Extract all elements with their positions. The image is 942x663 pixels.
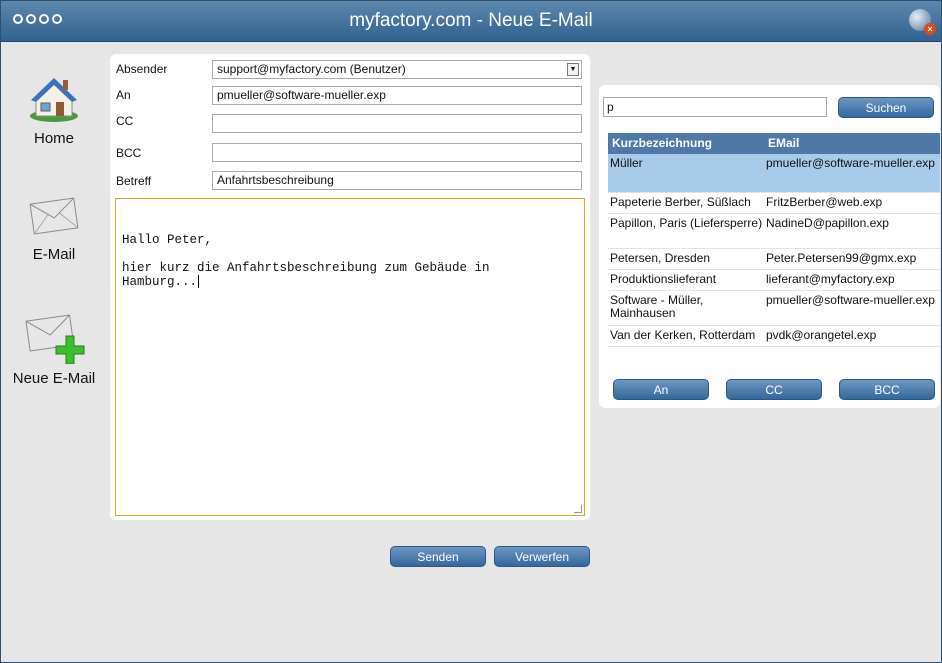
email-form: Absender support@myfactory.com (Benutzer… xyxy=(110,54,590,520)
discard-button[interactable]: Verwerfen xyxy=(494,546,590,567)
contacts-table: Kurzbezeichnung EMail Müller pmueller@so… xyxy=(608,133,940,347)
window-title: myfactory.com - Neue E-Mail xyxy=(349,10,593,31)
body-line xyxy=(122,247,578,261)
address-search-panel: p Suchen Kurzbezeichnung EMail Müller pm… xyxy=(599,85,940,408)
table-row[interactable]: Software - Müller, Mainhausen pmueller@s… xyxy=(608,291,940,326)
add-to-button[interactable]: An xyxy=(613,379,709,400)
sidebar-item-label: Neue E-Mail xyxy=(12,370,96,387)
cell-email: lieferant@myfactory.exp xyxy=(766,272,895,286)
cell-name: Van der Kerken, Rotterdam xyxy=(610,328,756,342)
sidebar-item-label: Home xyxy=(33,130,74,147)
subject-field[interactable]: Anfahrtsbeschreibung xyxy=(212,171,582,190)
cell-name: Müller xyxy=(610,156,643,170)
sender-label: Absender xyxy=(116,62,168,76)
title-bar: myfactory.com - Neue E-Mail × xyxy=(1,1,941,42)
search-button[interactable]: Suchen xyxy=(838,97,934,118)
table-row[interactable]: Van der Kerken, Rotterdam pvdk@orangetel… xyxy=(608,326,940,347)
to-label: An xyxy=(116,88,131,102)
to-field[interactable]: pmueller@software-mueller.exp xyxy=(212,86,582,105)
cc-field[interactable] xyxy=(212,114,582,133)
message-body[interactable]: Hallo Peter, hier kurz die Anfahrtsbeschr… xyxy=(115,198,585,516)
send-button[interactable]: Senden xyxy=(390,546,486,567)
subject-label: Betreff xyxy=(116,174,152,188)
chevron-down-icon[interactable]: ▼ xyxy=(567,63,579,76)
bcc-label: BCC xyxy=(116,146,142,160)
resize-handle-icon[interactable] xyxy=(574,505,582,513)
body-line: hier kurz die Anfahrtsbeschreibung zum G… xyxy=(122,261,490,275)
sender-value: support@myfactory.com (Benutzer) xyxy=(217,62,406,76)
cell-email: pmueller@software-mueller.exp xyxy=(766,293,935,307)
new-mail-icon xyxy=(25,314,85,364)
table-row[interactable]: Müller pmueller@software-mueller.exp xyxy=(608,154,940,193)
sidebar-item-label: E-Mail xyxy=(32,246,76,263)
cell-email: NadineD@papillon.exp xyxy=(766,216,889,230)
add-bcc-button[interactable]: BCC xyxy=(839,379,935,400)
home-icon xyxy=(30,78,78,122)
cell-name: Papillon, Paris (Liefersperre) xyxy=(610,216,763,230)
cell-email: pmueller@software-mueller.exp xyxy=(766,156,935,170)
cc-label: CC xyxy=(116,114,134,128)
cell-email: Peter.Petersen99@gmx.exp xyxy=(766,251,917,265)
sender-select[interactable]: support@myfactory.com (Benutzer) ▼ xyxy=(212,60,582,79)
column-header-name[interactable]: Kurzbezeichnung xyxy=(608,133,764,154)
sidebar-item-home[interactable]: Home xyxy=(1,72,107,147)
cell-name: Produktionslieferant xyxy=(610,272,717,286)
close-globe-icon[interactable]: × xyxy=(909,9,936,35)
bcc-field[interactable] xyxy=(212,143,582,162)
sidebar: Home E-Mail Neue E-Mail xyxy=(1,42,109,662)
table-row[interactable]: Papeterie Berber, Süßlach FritzBerber@we… xyxy=(608,193,940,214)
body-line: Hamburg... xyxy=(122,275,578,289)
text-caret xyxy=(198,275,200,289)
cell-name: Papeterie Berber, Süßlach xyxy=(610,195,751,209)
table-header: Kurzbezeichnung EMail xyxy=(608,133,940,154)
cell-email: FritzBerber@web.exp xyxy=(766,195,883,209)
add-cc-button[interactable]: CC xyxy=(726,379,822,400)
cell-name: Petersen, Dresden xyxy=(610,251,711,265)
body-line: Hallo Peter, xyxy=(122,233,213,247)
table-row[interactable]: Petersen, Dresden Peter.Petersen99@gmx.e… xyxy=(608,249,940,270)
table-row[interactable]: Produktionslieferant lieferant@myfactory… xyxy=(608,270,940,291)
sidebar-item-new-email[interactable]: Neue E-Mail xyxy=(1,308,107,387)
cell-email: pvdk@orangetel.exp xyxy=(766,328,877,342)
cell-name: Software - Müller, Mainhausen xyxy=(610,293,704,320)
body-line-text: Hamburg... xyxy=(122,275,198,289)
search-input[interactable]: p xyxy=(603,97,827,117)
sidebar-item-email[interactable]: E-Mail xyxy=(1,192,107,263)
envelope-icon xyxy=(29,197,79,235)
table-row[interactable]: Papillon, Paris (Liefersperre) NadineD@p… xyxy=(608,214,940,249)
app-window: myfactory.com - Neue E-Mail × Home E-Mai… xyxy=(0,0,942,663)
column-header-email[interactable]: EMail xyxy=(764,133,940,154)
